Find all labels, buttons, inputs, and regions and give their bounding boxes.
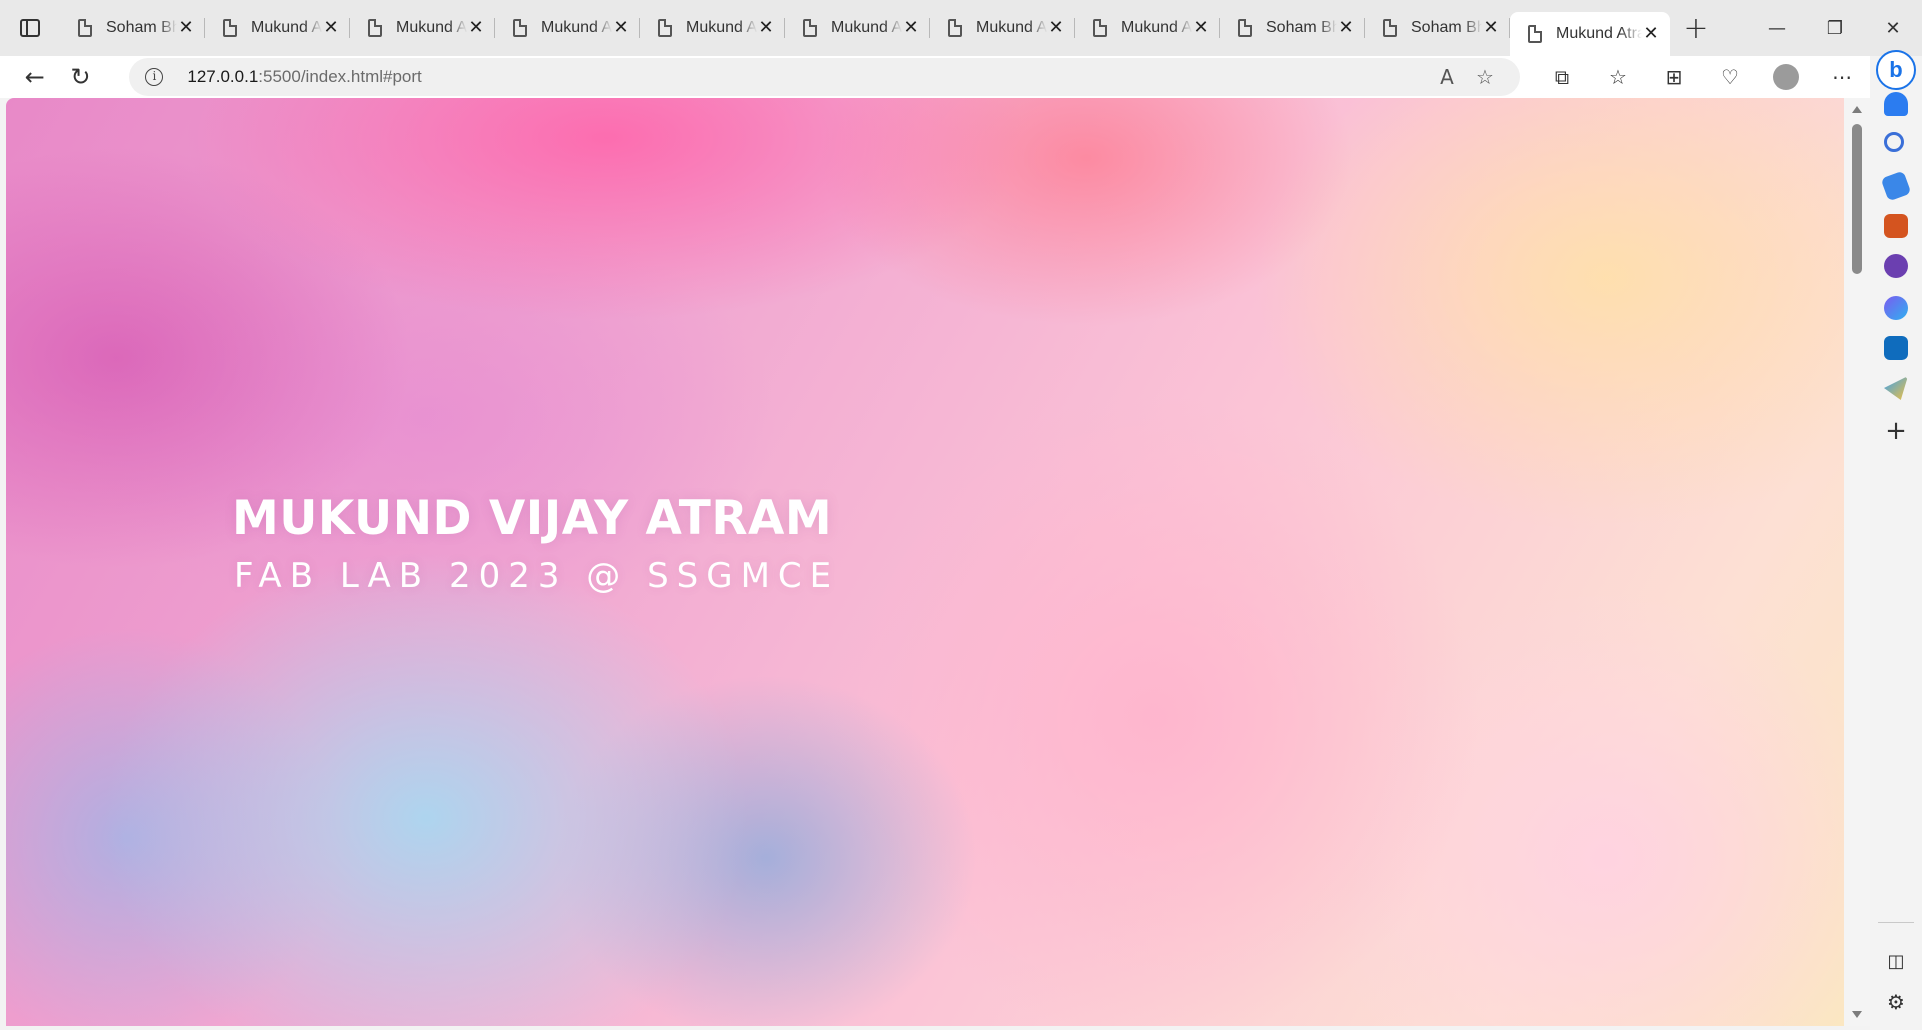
tag-icon[interactable] (1880, 170, 1912, 202)
site-info-icon[interactable]: i (145, 68, 164, 86)
tab-strip: Soham Bhagat✕Mukund Atram✕Mukund Atram✕M… (0, 0, 1922, 56)
page-icon (803, 19, 817, 37)
address-bar[interactable]: i 127.0.0.1:5500/index.html#port A ☆ (129, 58, 1520, 96)
close-window-button[interactable]: ✕ (1864, 0, 1922, 56)
toolbar-icons: ⧉ ☆ ⊞ ♡ ⋯ (1534, 57, 1870, 97)
page-scrollbar[interactable] (1844, 98, 1870, 1026)
tab[interactable]: Soham Bhagat✕ (1365, 6, 1510, 50)
tab-close-icon[interactable]: ✕ (1192, 19, 1210, 37)
window-controls: — ❐ ✕ (1748, 0, 1922, 56)
tab-list: Soham Bhagat✕Mukund Atram✕Mukund Atram✕M… (60, 0, 1670, 56)
favorite-star-icon[interactable]: ☆ (1466, 65, 1504, 89)
page-icon (513, 19, 527, 37)
sidebar-panel-icon[interactable]: ◫ (1884, 950, 1908, 974)
sidebar-divider (1878, 922, 1914, 923)
tab-label: Mukund Atram (541, 19, 612, 36)
page-viewport: MUKUND VIJAY ATRAM FAB LAB 2023 @ SSGMCE (6, 98, 1844, 1026)
scroll-up-arrow-icon[interactable] (1852, 106, 1862, 113)
scroll-down-arrow-icon[interactable] (1852, 1011, 1862, 1018)
tab[interactable]: Mukund Atram✕ (205, 6, 350, 50)
profile-avatar[interactable] (1773, 64, 1799, 90)
read-aloud-icon[interactable]: A (1428, 65, 1466, 89)
add-sidebar-app-icon[interactable]: + (1884, 418, 1908, 444)
split-screen-icon[interactable]: ⧉ (1534, 57, 1590, 97)
page-icon (223, 19, 237, 37)
page-icon (78, 19, 92, 37)
tab-close-icon[interactable]: ✕ (322, 19, 340, 37)
page-icon (1528, 25, 1542, 43)
tab-label: Soham Bhagat (1266, 19, 1337, 36)
refresh-button[interactable]: ↻ (58, 57, 104, 97)
tab-close-icon[interactable]: ✕ (177, 19, 195, 37)
tab[interactable]: Mukund Atram✕ (785, 6, 930, 50)
tab-label: Mukund Atram (1556, 25, 1642, 42)
bell-icon[interactable] (1884, 92, 1908, 116)
page-icon (948, 19, 962, 37)
tab-close-icon[interactable]: ✕ (1642, 25, 1660, 43)
restore-button[interactable]: ❐ (1806, 0, 1864, 56)
minimize-button[interactable]: — (1748, 0, 1806, 56)
url-path: :5500/index.html#port (258, 67, 422, 86)
tab[interactable]: Mukund Atram✕ (640, 6, 785, 50)
back-button[interactable]: ← (12, 57, 58, 97)
tab-close-icon[interactable]: ✕ (1482, 19, 1500, 37)
hero-subtitle: FAB LAB 2023 @ SSGMCE (234, 556, 840, 596)
tab-active[interactable]: Mukund Atram✕ (1510, 12, 1670, 56)
tab[interactable]: Mukund Atram✕ (495, 6, 640, 50)
copilot-icon[interactable]: b (1876, 50, 1916, 90)
briefcase-icon[interactable] (1884, 214, 1908, 238)
tab-label: Mukund Atram (686, 19, 757, 36)
settings-gear-icon[interactable]: ⚙ (1884, 990, 1908, 1014)
tab-label: Soham Bhagat (106, 19, 177, 36)
tab-actions-icon (20, 19, 40, 37)
collections-icon[interactable]: ⊞ (1646, 57, 1702, 97)
tab-label: Mukund Atram (831, 19, 902, 36)
tab-close-icon[interactable]: ✕ (902, 19, 920, 37)
tab-close-icon[interactable]: ✕ (467, 19, 485, 37)
tab-label: Mukund Atram (396, 19, 467, 36)
tab[interactable]: Soham Bhagat✕ (60, 6, 205, 50)
tab-label: Mukund Atram (976, 19, 1047, 36)
browser-toolbar: ← ↻ i 127.0.0.1:5500/index.html#port A ☆… (0, 56, 1870, 98)
tab[interactable]: Mukund Atram✕ (930, 6, 1075, 50)
favorites-icon[interactable]: ☆ (1590, 57, 1646, 97)
hero-title: MUKUND VIJAY ATRAM (232, 491, 833, 546)
tab-label: Mukund Atram (1121, 19, 1192, 36)
tab-close-icon[interactable]: ✕ (612, 19, 630, 37)
new-tab-button[interactable]: + (1670, 0, 1722, 56)
scroll-thumb[interactable] (1852, 124, 1862, 274)
page-icon (368, 19, 382, 37)
settings-more-icon[interactable]: ⋯ (1814, 57, 1870, 97)
send-icon[interactable] (1884, 376, 1908, 400)
outlook-icon[interactable] (1884, 336, 1908, 360)
chess-icon[interactable] (1884, 254, 1908, 278)
url-text[interactable]: 127.0.0.1:5500/index.html#port (187, 67, 1428, 87)
tab-close-icon[interactable]: ✕ (757, 19, 775, 37)
tab-actions-button[interactable] (0, 0, 60, 56)
browser-essentials-icon[interactable]: ♡ (1702, 57, 1758, 97)
page-icon (1383, 19, 1397, 37)
tab-close-icon[interactable]: ✕ (1047, 19, 1065, 37)
tab-label: Mukund Atram (251, 19, 322, 36)
search-icon[interactable] (1884, 132, 1904, 152)
tab-label: Soham Bhagat (1411, 19, 1482, 36)
tab[interactable]: Soham Bhagat✕ (1220, 6, 1365, 50)
url-host: 127.0.0.1 (187, 67, 259, 86)
page-icon (658, 19, 672, 37)
page-icon (1093, 19, 1107, 37)
tab-close-icon[interactable]: ✕ (1337, 19, 1355, 37)
tab[interactable]: Mukund Atram✕ (350, 6, 495, 50)
page-icon (1238, 19, 1252, 37)
m365-icon[interactable] (1884, 296, 1908, 320)
tab[interactable]: Mukund Atram✕ (1075, 6, 1220, 50)
edge-sidebar: b + ◫ ⚙ (1870, 50, 1922, 1030)
